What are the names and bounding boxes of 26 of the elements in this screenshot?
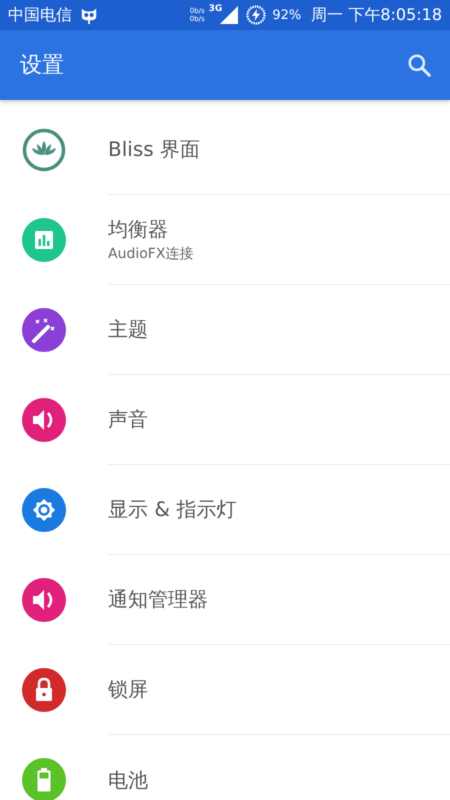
page-title: 设置 bbox=[20, 52, 64, 80]
network-type: 3G bbox=[208, 4, 222, 14]
item-title: 主题 bbox=[108, 316, 149, 343]
settings-item[interactable]: 电池 bbox=[0, 735, 450, 800]
battery-level: 92% bbox=[272, 8, 302, 22]
item-title: 电池 bbox=[108, 766, 149, 794]
item-title: Bliss 界面 bbox=[108, 136, 202, 163]
item-title: 声音 bbox=[108, 406, 149, 433]
settings-item[interactable]: 均衡器 AudioFX连接 bbox=[0, 195, 450, 285]
item-title: 均衡器 bbox=[108, 216, 169, 243]
item-subtitle: AudioFX连接 bbox=[108, 245, 194, 263]
item-title: 显示 & 指示灯 bbox=[108, 496, 238, 523]
settings-item[interactable]: 通知管理器 bbox=[0, 555, 450, 645]
battery-charging-icon bbox=[246, 5, 266, 25]
settings-item[interactable]: 主题 bbox=[0, 285, 450, 375]
settings-item[interactable]: 显示 & 指示灯 bbox=[0, 465, 450, 555]
settings-item[interactable]: Bliss 界面 bbox=[0, 105, 450, 195]
search-icon[interactable] bbox=[406, 52, 432, 78]
item-title: 通知管理器 bbox=[108, 586, 209, 613]
carrier-name: 中国电信 bbox=[8, 4, 72, 26]
settings-item[interactable]: 声音 bbox=[0, 375, 450, 465]
clock: 周一 下午8:05:18 bbox=[311, 4, 442, 26]
cat-face-icon bbox=[80, 6, 98, 24]
settings-item[interactable]: 锁屏 bbox=[0, 645, 450, 735]
signal-icon bbox=[220, 6, 238, 24]
item-title: 锁屏 bbox=[108, 676, 149, 703]
